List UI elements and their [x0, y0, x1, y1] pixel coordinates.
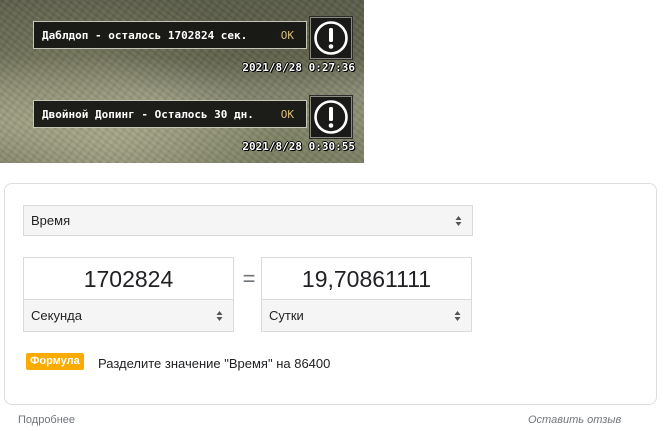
notification-doubledope: Даблдоп - осталось 1702824 сек. OK	[33, 21, 307, 49]
from-unit-box: 1702824 Секунда	[23, 257, 234, 332]
from-value-input[interactable]: 1702824	[24, 258, 233, 300]
exclamation-circle-icon[interactable]	[309, 95, 353, 139]
feedback-link[interactable]: Оставить отзыв	[528, 414, 621, 426]
exclamation-circle-icon[interactable]	[309, 16, 353, 60]
quantity-select-value: Время	[31, 213, 71, 228]
to-unit-box: 19,70861111 Сутки	[261, 257, 472, 332]
to-unit-value: Сутки	[269, 308, 304, 323]
from-unit-value: Секунда	[31, 308, 82, 323]
updown-arrows-icon	[455, 215, 462, 226]
notification-message: Даблдоп - осталось 1702824 сек.	[42, 28, 248, 42]
ok-button[interactable]: OK	[281, 29, 294, 42]
unit-converter-card: Время 1702824 Секунда = 19,70861111 Сутк…	[4, 183, 657, 405]
notification-timestamp: 2021/8/28 0:27:36	[242, 61, 355, 74]
notification-message: Двойной Допинг - Осталось 30 дн.	[42, 107, 254, 121]
formula-text: Разделите значение "Время" на 86400	[98, 356, 331, 371]
from-unit-select[interactable]: Секунда	[23, 299, 234, 332]
game-screenshot: Даблдоп - осталось 1702824 сек. OK 2021/…	[0, 0, 364, 163]
more-link[interactable]: Подробнее	[18, 414, 75, 426]
equals-sign: =	[242, 266, 256, 291]
to-unit-select[interactable]: Сутки	[261, 299, 472, 332]
quantity-select[interactable]: Время	[23, 205, 473, 236]
notification-timestamp: 2021/8/28 0:30:55	[242, 140, 355, 153]
updown-arrows-icon	[216, 310, 223, 321]
updown-arrows-icon	[454, 310, 461, 321]
ok-button[interactable]: OK	[281, 108, 294, 121]
notification-double-doping: Двойной Допинг - Осталось 30 дн. OK	[33, 100, 307, 128]
to-value-input[interactable]: 19,70861111	[262, 258, 471, 300]
formula-badge: Формула	[26, 353, 84, 370]
